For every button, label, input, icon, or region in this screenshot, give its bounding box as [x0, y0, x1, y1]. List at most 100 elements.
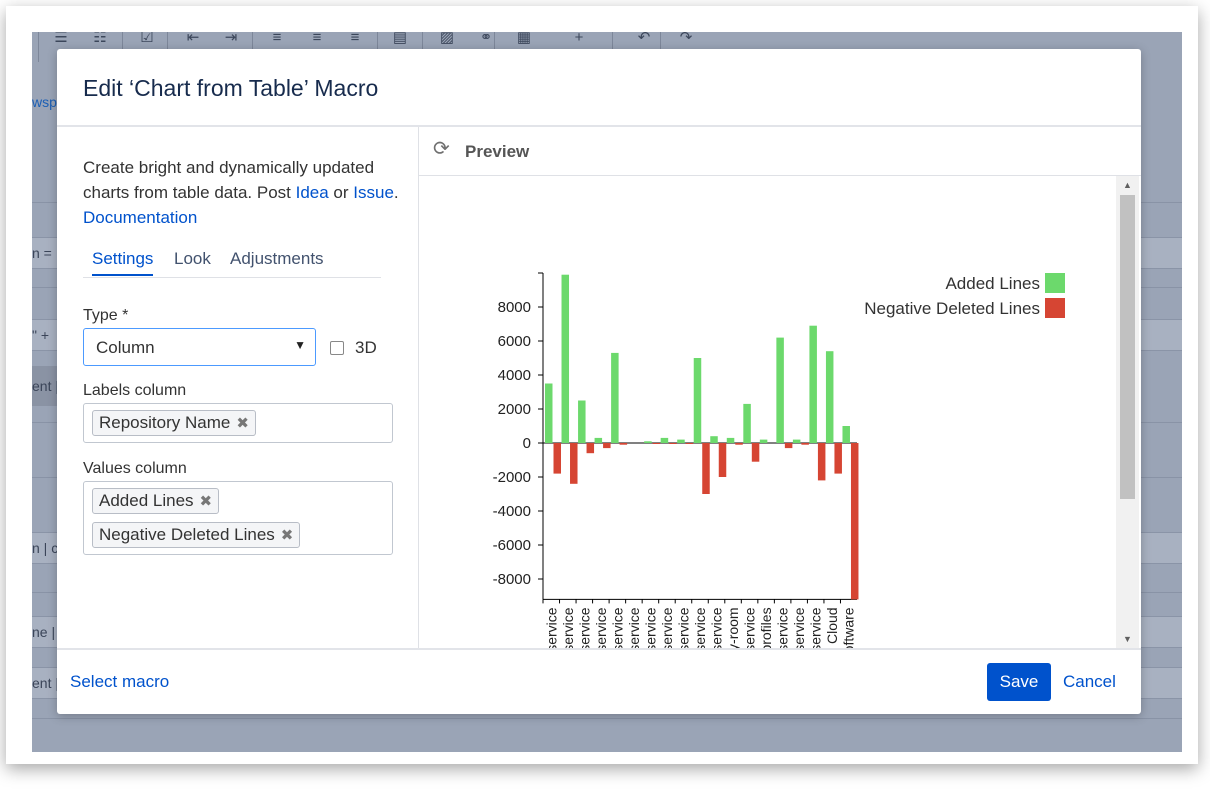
x-tick-label: info-service	[659, 607, 675, 648]
tab-settings[interactable]: Settings	[92, 249, 154, 276]
column-chart: 8000 6000 4000 2000 0 -2000 -4000 -6000 -8000 orm…	[493, 272, 1065, 648]
x-tick-label: tel-software	[841, 607, 857, 648]
preview-scrollbar[interactable]: ▲ ▼	[1116, 176, 1139, 648]
y-tick-label: 0	[523, 435, 531, 452]
bar	[594, 437, 603, 443]
divider	[57, 648, 1141, 650]
settings-tabs: Settings Look Adjustments	[83, 249, 381, 278]
labels-column-field[interactable]: Repository Name ✖	[83, 403, 393, 443]
legend-swatch	[1045, 298, 1065, 318]
bar	[669, 443, 677, 444]
bar	[553, 443, 561, 474]
toolbar-separator	[38, 32, 39, 62]
bar	[751, 443, 760, 462]
x-tick-label: user-service	[791, 607, 807, 648]
issue-link[interactable]: Issue	[353, 183, 394, 202]
bar	[850, 443, 859, 600]
chart-preview: 8000 6000 4000 2000 0 -2000 -4000 -6000 -8000 orm…	[419, 176, 1116, 648]
y-tick-label: 6000	[498, 333, 531, 350]
legend-label: Added Lines	[945, 274, 1040, 293]
x-tick-label: ervice Cloud	[824, 607, 840, 648]
bar	[718, 443, 727, 477]
bar	[611, 352, 619, 443]
x-tick-label: info-service	[675, 607, 691, 648]
bar	[735, 443, 743, 445]
remove-tag-icon[interactable]: ✖	[236, 415, 249, 432]
preview-header: ⟳ Preview	[419, 127, 1141, 176]
x-tick-label: mpty-room	[725, 607, 741, 648]
documentation-link[interactable]: Documentation	[83, 208, 197, 227]
x-tick-label: oms-service	[808, 607, 824, 648]
tab-look[interactable]: Look	[174, 249, 211, 269]
bar	[586, 443, 595, 454]
bar	[685, 443, 694, 444]
bar	[817, 443, 826, 481]
x-tick-label: ning-service	[593, 607, 609, 648]
3d-checkbox[interactable]	[330, 341, 344, 355]
bar	[660, 437, 669, 443]
tab-adjustments[interactable]: Adjustments	[230, 249, 324, 269]
idea-link[interactable]: Idea	[296, 183, 329, 202]
refresh-icon[interactable]: ⟳	[433, 139, 450, 159]
x-tick-label: oms-service	[642, 607, 658, 648]
x-tick-label: oom-service	[775, 607, 791, 648]
legend-label: Negative Deleted Lines	[864, 299, 1040, 318]
x-tick-label: ogin-service	[692, 607, 708, 648]
bar	[578, 400, 586, 443]
remove-tag-icon[interactable]: ✖	[200, 493, 213, 510]
scroll-up-icon[interactable]: ▲	[1116, 176, 1139, 194]
x-tick-label: tact-service	[626, 607, 642, 648]
bar	[834, 443, 842, 474]
type-select[interactable]: Column ▼	[83, 328, 316, 366]
chevron-down-icon: ▼	[294, 338, 306, 352]
x-tick-label: -up-service	[742, 607, 758, 648]
values-column-tag: Added Lines ✖	[92, 488, 220, 514]
bar	[842, 426, 850, 443]
bar	[619, 443, 628, 445]
values-column-tag: Negative Deleted Lines ✖	[92, 522, 301, 548]
save-button[interactable]: Save	[987, 663, 1051, 701]
bar	[652, 443, 661, 444]
legend-swatch	[1045, 273, 1065, 293]
editor-text-fragment: " +	[32, 327, 50, 343]
dialog-title: Edit ‘Chart from Table’ Macro	[83, 75, 379, 101]
y-tick-label: -4000	[493, 503, 531, 520]
x-tick-label: tion-service	[709, 607, 725, 648]
x-tick-label: ser-profiles	[758, 607, 774, 648]
scroll-thumb[interactable]	[1120, 195, 1135, 499]
bar	[693, 358, 702, 443]
x-tick-label: orm-service	[543, 607, 559, 648]
values-column-label: Values column	[83, 460, 187, 477]
edit-macro-dialog: Edit ‘Chart from Table’ Macro Create bri…	[57, 49, 1141, 714]
labels-column-label: Labels column	[83, 382, 187, 399]
bar	[677, 439, 685, 443]
editor-text-fragment: ent |	[32, 675, 59, 691]
y-tick-label: -6000	[493, 537, 531, 554]
type-label: Type *	[83, 307, 129, 324]
editor-text-fragment: ent |	[32, 378, 59, 394]
bar	[743, 403, 751, 443]
bar	[825, 351, 834, 443]
type-select-value: Column	[96, 338, 155, 357]
y-tick-label: -2000	[493, 469, 531, 486]
bar	[570, 443, 578, 484]
y-tick-label: 4000	[498, 367, 531, 384]
labels-column-tag: Repository Name ✖	[92, 410, 256, 436]
bar	[545, 383, 553, 443]
x-tick-label: ager-service	[609, 607, 625, 648]
select-macro-link[interactable]: Select macro	[70, 672, 169, 692]
remove-tag-icon[interactable]: ✖	[281, 527, 294, 544]
x-tick-label: oom-service	[560, 607, 576, 648]
cancel-button[interactable]: Cancel	[1063, 672, 1116, 692]
bar	[784, 443, 793, 449]
bar	[603, 443, 611, 449]
editor-text-fragment: n =	[32, 245, 52, 261]
values-column-field[interactable]: Added Lines ✖ Negative Deleted Lines ✖	[83, 481, 393, 555]
y-tick-label: 8000	[498, 299, 531, 316]
scroll-down-icon[interactable]: ▼	[1116, 630, 1139, 648]
bar	[710, 436, 718, 443]
bar	[792, 439, 801, 443]
x-tick-label: ling-service	[576, 607, 592, 648]
bar	[759, 439, 768, 443]
preview-title: Preview	[465, 142, 530, 161]
